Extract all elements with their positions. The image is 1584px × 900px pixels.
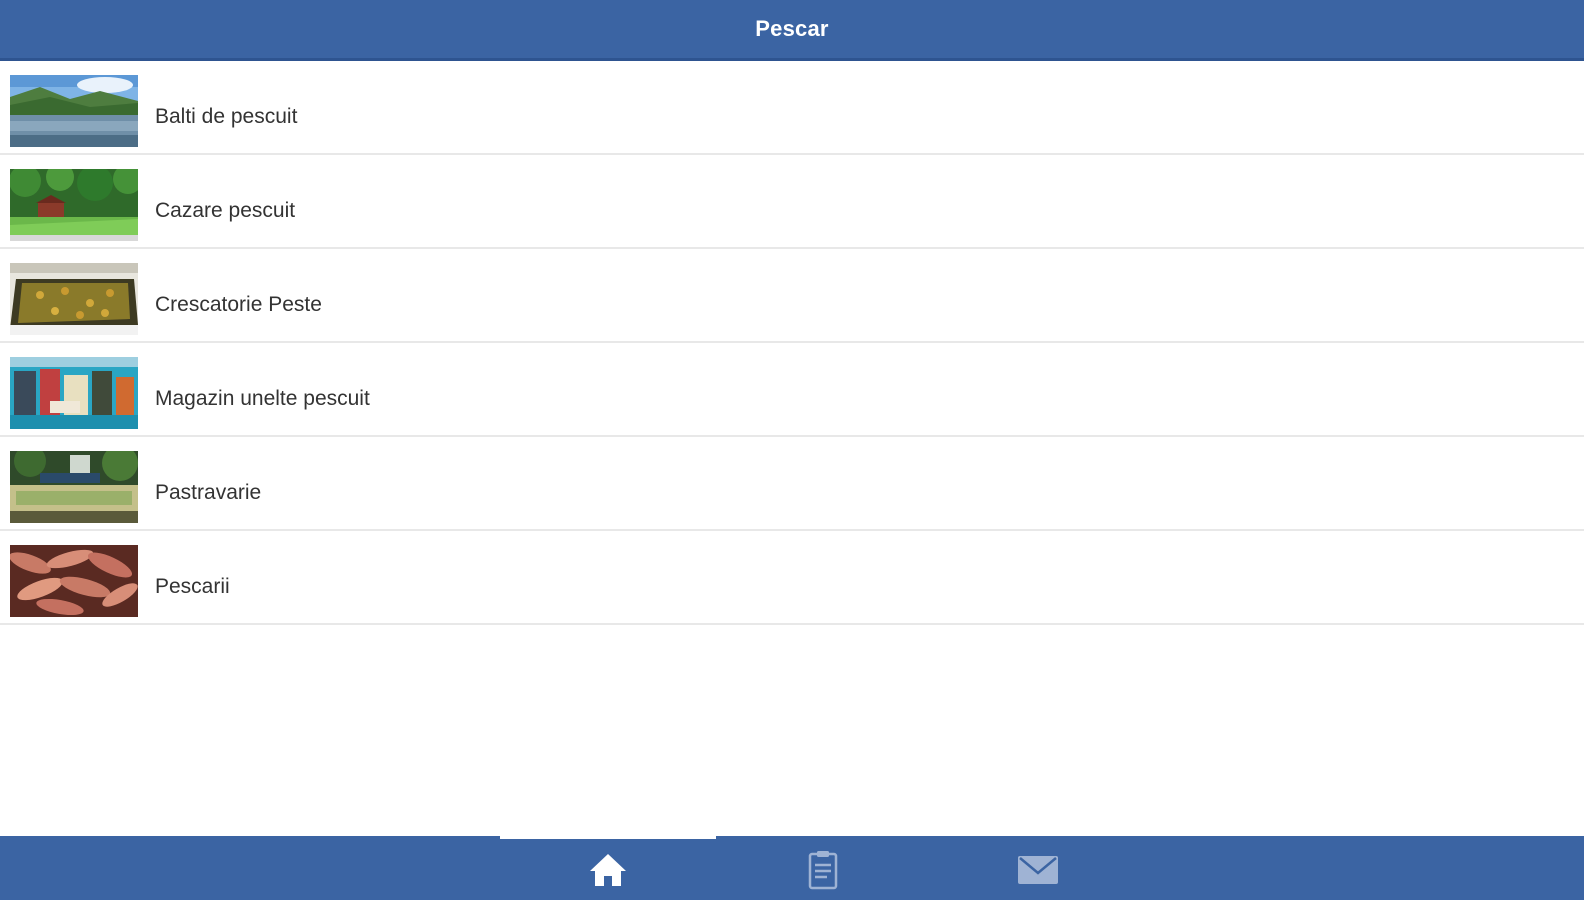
home-icon: [588, 850, 628, 895]
list-item-crescatorie-peste[interactable]: Crescatorie Peste: [0, 249, 1584, 343]
tab-home[interactable]: [578, 848, 638, 896]
fish-catch-photo: [10, 545, 138, 617]
list-item-magazin-unelte-pescuit[interactable]: Magazin unelte pescuit: [0, 343, 1584, 437]
lake-photo: [10, 75, 138, 147]
list-item-label: Cazare pescuit: [155, 199, 296, 222]
forest-cabin-photo: [10, 169, 138, 241]
tab-notes[interactable]: [793, 848, 853, 896]
list-item-balti-de-pescuit[interactable]: Balti de pescuit: [0, 61, 1584, 155]
list-item-label: Pastravarie: [155, 481, 262, 504]
tackle-shop-photo: [10, 357, 138, 429]
category-list: Balti de pescuit Cazare pescuit Crescato…: [0, 61, 1584, 625]
header-bar: Pescar: [0, 0, 1584, 61]
list-item-label: Balti de pescuit: [155, 105, 298, 128]
list-item-label: Magazin unelte pescuit: [155, 387, 370, 410]
tab-mail[interactable]: [1008, 848, 1068, 896]
notes-icon: [803, 849, 843, 896]
list-item-pastravarie[interactable]: Pastravarie: [0, 437, 1584, 531]
mail-icon: [1016, 852, 1060, 893]
bottom-tab-bar: [0, 836, 1584, 900]
list-item-label: Crescatorie Peste: [155, 293, 322, 316]
page-title: Pescar: [755, 16, 829, 41]
list-item-cazare-pescuit[interactable]: Cazare pescuit: [0, 155, 1584, 249]
list-item-label: Pescarii: [155, 575, 230, 598]
list-item-pescarii[interactable]: Pescarii: [0, 531, 1584, 625]
app-window: Pescar Balti de pescuit Cazare pescuit C…: [0, 0, 1584, 900]
active-tab-indicator: [500, 836, 716, 839]
fish-pond-photo: [10, 263, 138, 335]
trout-farm-photo: [10, 451, 138, 523]
